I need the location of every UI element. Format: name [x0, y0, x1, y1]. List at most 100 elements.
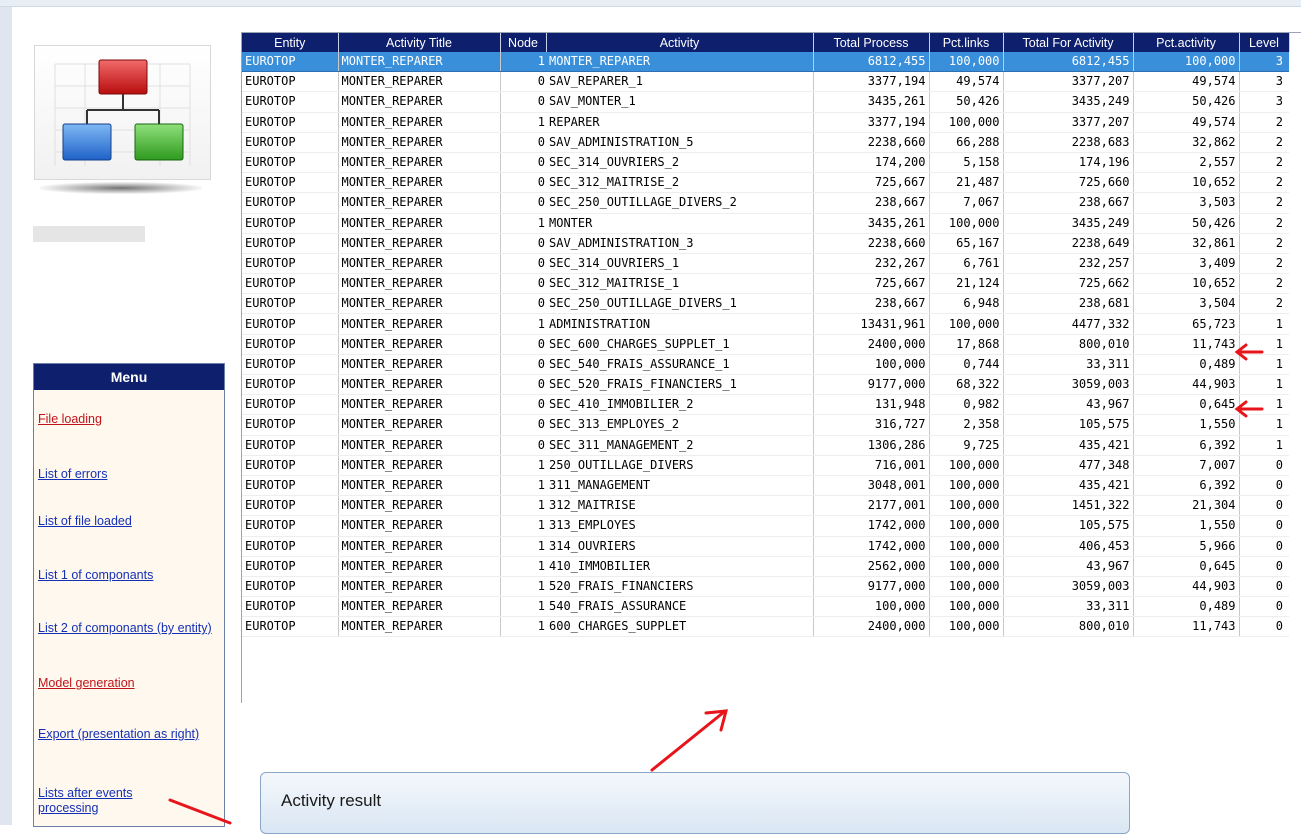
table-cell: SEC_314_OUVRIERS_2: [546, 152, 813, 174]
table-cell: 2: [1238, 172, 1289, 194]
table-row[interactable]: EUROTOP MONTER_REPARER 0 SEC_250_OUTILLAGE_…: [242, 293, 1289, 315]
table-cell: 0: [499, 132, 546, 153]
table-cell: 0: [499, 172, 546, 194]
table-cell: 2177,001: [812, 495, 929, 517]
table-cell: SEC_311_MANAGEMENT_2: [546, 435, 813, 456]
table-cell: 174,200: [812, 152, 929, 174]
menu-item-list-1-componants[interactable]: List 1 of componants: [38, 568, 153, 583]
menu-item-export[interactable]: Export (presentation as right): [38, 727, 218, 742]
table-row[interactable]: EUROTOP MONTER_REPARER 0 SEC_520_FRAIS_FINA…: [242, 374, 1289, 396]
table-cell: 3435,249: [1002, 91, 1133, 113]
table-header-row: Entity Activity Title Node Activity Total Pr…: [242, 33, 1290, 52]
table-cell: MONTER_REPARER: [337, 273, 500, 295]
table-cell: 1: [499, 475, 546, 497]
table-cell: 21,304: [1132, 495, 1239, 517]
table-cell: 2238,660: [812, 233, 929, 254]
table-cell: 410_IMMOBILIER: [546, 556, 813, 577]
table-cell: 3377,194: [812, 112, 929, 133]
table-row[interactable]: EUROTOP MONTER_REPARER 0 SEC_410_IMMOBILIER…: [242, 394, 1289, 416]
table-row[interactable]: EUROTOP MONTER_REPARER 1 410_IMMOBILIER 2562…: [242, 556, 1289, 577]
table-cell: 1: [499, 313, 546, 335]
table-row[interactable]: EUROTOP MONTER_REPARER 0 SEC_250_OUTILLAGE_…: [242, 192, 1289, 214]
table-cell: MONTER_REPARER: [337, 213, 500, 234]
table-row[interactable]: EUROTOP MONTER_REPARER 1 520_FRAIS_FINANCIE…: [242, 576, 1289, 598]
table-row[interactable]: EUROTOP MONTER_REPARER 0 SEC_600_CHARGES_SU…: [242, 334, 1289, 355]
menu-item-model-generation[interactable]: Model generation: [38, 676, 135, 691]
table-row[interactable]: EUROTOP MONTER_REPARER 0 SEC_313_EMPLOYES_2…: [242, 414, 1289, 436]
table-row[interactable]: EUROTOP MONTER_REPARER 1 313_EMPLOYES 1742,0…: [242, 515, 1289, 537]
table-row[interactable]: EUROTOP MONTER_REPARER 0 SAV_ADMINISTRATION…: [242, 233, 1289, 254]
table-row[interactable]: EUROTOP MONTER_REPARER 1 312_MAITRISE 2177,0…: [242, 495, 1289, 517]
table-cell: 312_MAITRISE: [546, 495, 813, 517]
table-cell: 520_FRAIS_FINANCIERS: [546, 576, 813, 598]
column-header[interactable]: Level: [1239, 33, 1290, 52]
table-cell: MONTER_REPARER: [337, 495, 500, 517]
table-row[interactable]: EUROTOP MONTER_REPARER 1 MONTER 3435,261 100,…: [242, 213, 1289, 234]
table-row[interactable]: EUROTOP MONTER_REPARER 0 SAV_MONTER_1 3435,2…: [242, 91, 1289, 113]
table-cell: 0: [1238, 616, 1289, 638]
menu-item-list-of-errors[interactable]: List of errors: [38, 467, 107, 482]
table-cell: 0: [499, 374, 546, 396]
table-cell: 2: [1238, 233, 1289, 254]
table-cell: MONTER_REPARER: [337, 455, 500, 476]
table-cell: 600_CHARGES_SUPPLET: [546, 616, 813, 638]
table-row[interactable]: EUROTOP MONTER_REPARER 1 600_CHARGES_SUPPLE…: [242, 616, 1289, 638]
table-cell: 43,967: [1002, 394, 1133, 416]
table-cell: 100,000: [928, 576, 1003, 598]
table-row[interactable]: EUROTOP MONTER_REPARER 0 SEC_540_FRAIS_ASSU…: [242, 354, 1289, 376]
table-cell: MONTER_REPARER: [337, 71, 500, 93]
table-cell: SAV_REPARER_1: [546, 71, 813, 93]
table-cell: 2: [1238, 152, 1289, 174]
column-header[interactable]: Pct.activity: [1133, 33, 1240, 52]
menu-item-list-of-file-loaded[interactable]: List of file loaded: [38, 514, 132, 529]
table-cell: 33,311: [1002, 354, 1133, 376]
table-row[interactable]: EUROTOP MONTER_REPARER 0 SEC_314_OUVRIERS_2…: [242, 152, 1289, 174]
table-cell: 0: [1238, 475, 1289, 497]
table-cell: 6812,455: [1002, 52, 1133, 73]
table-row[interactable]: EUROTOP MONTER_REPARER 1 311_MANAGEMENT 3048…: [242, 475, 1289, 497]
column-header[interactable]: Node: [500, 33, 547, 52]
table-cell: MONTER_REPARER: [337, 313, 500, 335]
table-cell: 100,000: [928, 112, 1003, 133]
table-cell: SEC_314_OUVRIERS_1: [546, 253, 813, 275]
column-header[interactable]: Activity: [546, 33, 814, 52]
activity-table-container[interactable]: Entity Activity Title Node Activity Total Pr…: [241, 32, 1301, 703]
table-row[interactable]: EUROTOP MONTER_REPARER 0 SAV_REPARER_1 3377,…: [242, 71, 1289, 93]
column-header[interactable]: Entity: [242, 33, 339, 52]
table-row[interactable]: EUROTOP MONTER_REPARER 0 SEC_312_MAITRISE_2…: [242, 172, 1289, 194]
table-cell: MONTER_REPARER: [337, 354, 500, 376]
table-cell: 100,000: [928, 596, 1003, 618]
table-row[interactable]: EUROTOP MONTER_REPARER 1 250_OUTILLAGE_DIVE…: [242, 455, 1289, 476]
table-cell: 100,000: [928, 455, 1003, 476]
table-cell: 1742,000: [812, 515, 929, 537]
table-cell: EUROTOP: [242, 556, 338, 577]
table-cell: 50,426: [928, 91, 1003, 113]
menu-item-file-loading[interactable]: File loading: [38, 412, 102, 427]
table-row[interactable]: EUROTOP MONTER_REPARER 0 SAV_ADMINISTRATION…: [242, 132, 1289, 153]
table-row[interactable]: EUROTOP MONTER_REPARER 0 SEC_311_MANAGEMENT…: [242, 435, 1289, 456]
column-header[interactable]: Total For Activity: [1003, 33, 1134, 52]
menu-item-lists-after-events[interactable]: Lists after events processing: [38, 786, 188, 816]
menu-item-list-2-componants[interactable]: List 2 of componants (by entity): [38, 621, 222, 636]
column-header[interactable]: Total Process: [813, 33, 930, 52]
table-cell: EUROTOP: [242, 334, 338, 355]
table-cell: 3435,261: [812, 91, 929, 113]
table-row[interactable]: EUROTOP MONTER_REPARER 0 SEC_314_OUVRIERS_1…: [242, 253, 1289, 275]
table-row[interactable]: EUROTOP MONTER_REPARER 1 ADMINISTRATION 1343…: [242, 313, 1289, 335]
column-header[interactable]: Activity Title: [338, 33, 501, 52]
table-row[interactable]: EUROTOP MONTER_REPARER 1 REPARER 3377,194 100…: [242, 112, 1289, 133]
table-row[interactable]: EUROTOP MONTER_REPARER 0 SEC_312_MAITRISE_1…: [242, 273, 1289, 295]
table-cell: 1: [499, 536, 546, 557]
column-header[interactable]: Pct.links: [929, 33, 1004, 52]
table-cell: 0: [499, 253, 546, 275]
table-cell: 49,574: [1132, 71, 1239, 93]
table-row[interactable]: EUROTOP MONTER_REPARER 1 MONTER_REPARER 6812…: [242, 52, 1289, 73]
placeholder-bar: [33, 226, 145, 242]
table-row[interactable]: EUROTOP MONTER_REPARER 1 540_FRAIS_ASSURANC…: [242, 596, 1289, 618]
table-cell: EUROTOP: [242, 172, 338, 194]
menu-panel: Menu File loading List of errors List of…: [33, 363, 225, 827]
table-row[interactable]: EUROTOP MONTER_REPARER 1 314_OUVRIERS 1742,0…: [242, 536, 1289, 557]
table-cell: 3435,249: [1002, 213, 1133, 234]
table-cell: MONTER_REPARER: [337, 233, 500, 254]
table-cell: 0: [499, 334, 546, 355]
